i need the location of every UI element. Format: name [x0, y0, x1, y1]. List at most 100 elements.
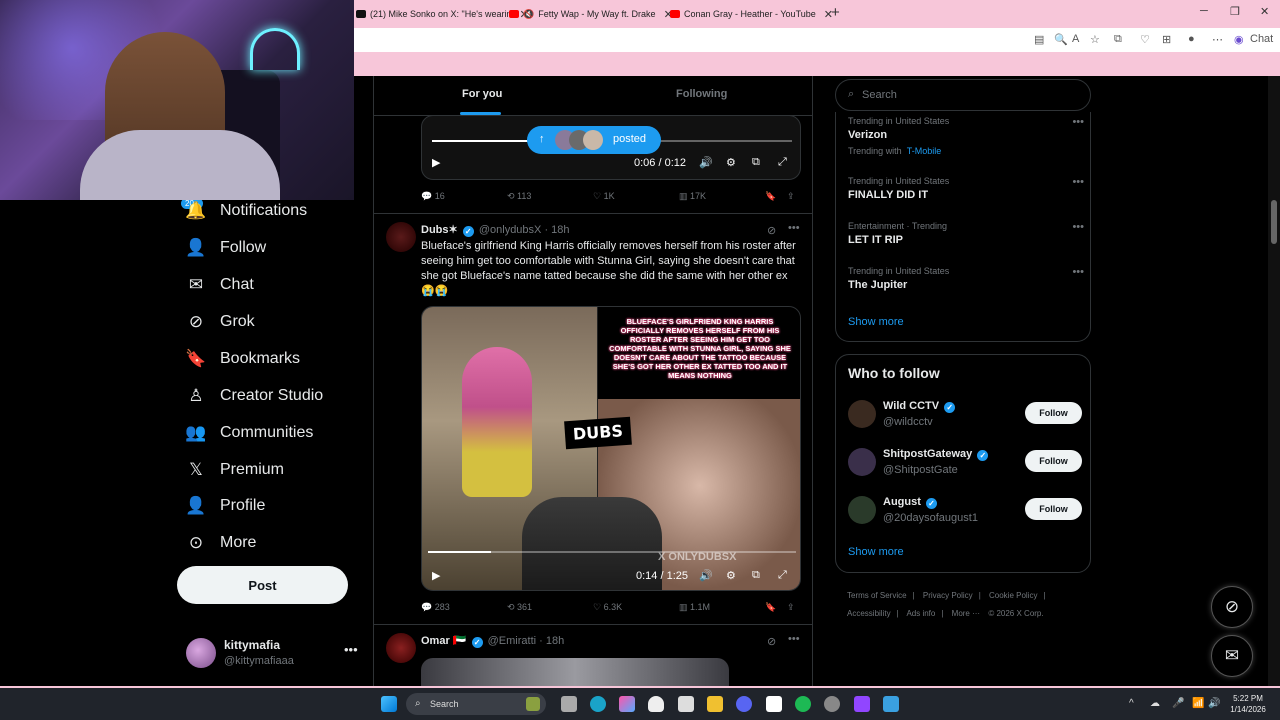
post-author[interactable]: Omar 🇦🇪 ✓ @Emiratti · 18h [421, 634, 564, 648]
collections-icon[interactable]: ⊞ [1162, 33, 1171, 46]
spotify-icon[interactable] [795, 696, 811, 712]
app-icon[interactable] [883, 696, 899, 712]
picture-in-picture-icon[interactable]: ⧉ [752, 156, 760, 169]
nav-item-premium[interactable]: 𝕏 Premium [186, 455, 284, 485]
post-image[interactable] [421, 658, 729, 688]
picture-in-picture-icon[interactable]: ⧉ [752, 569, 760, 582]
avatar[interactable] [386, 633, 416, 663]
windows-start-icon[interactable] [381, 696, 397, 712]
more-dots-icon[interactable]: ••• [1072, 116, 1084, 128]
trend-item[interactable]: Trending in United States The Jupiter ••… [848, 266, 1084, 291]
wifi-icon[interactable]: 📶 [1192, 698, 1204, 709]
more-dots-icon[interactable]: ••• [788, 633, 800, 645]
nav-item-profile[interactable]: 👤 Profile [185, 491, 265, 521]
show-more-link[interactable]: Show more [848, 546, 904, 558]
bookmark-icon[interactable]: 🔖 [765, 191, 776, 202]
edge-browser-icon[interactable] [590, 696, 606, 712]
app-icon[interactable] [648, 696, 664, 712]
nav-item-more[interactable]: ⊙ More [186, 528, 257, 558]
twitch-icon[interactable] [854, 696, 870, 712]
nav-item-grok[interactable]: ⊘ Grok [186, 307, 255, 337]
store-icon[interactable] [678, 696, 694, 712]
trend-item[interactable]: Trending in United States FINALLY DID IT… [848, 176, 1084, 201]
follow-button[interactable]: Follow [1025, 498, 1082, 520]
onedrive-icon[interactable]: ☁ [1150, 698, 1160, 709]
share-icon[interactable]: ⇪ [787, 191, 795, 202]
maximize-icon[interactable]: ❐ [1230, 5, 1240, 18]
task-view-icon[interactable] [561, 696, 577, 712]
browser-tab-3[interactable]: Conan Gray - Heather - YouTube ✕ [670, 4, 833, 24]
privacy-link[interactable]: Privacy Policy [923, 591, 973, 600]
widget-icon[interactable] [526, 697, 540, 711]
tab-for-you[interactable]: For you [462, 88, 502, 100]
follow-button[interactable]: Follow [1025, 402, 1082, 424]
trend-item[interactable]: Trending in United States Verizon Trendi… [848, 116, 1084, 156]
views-button[interactable]: ▥ 17K [679, 191, 706, 202]
nav-item-bookmarks[interactable]: 🔖 Bookmarks [185, 344, 300, 374]
nav-item-creator-studio[interactable]: ♙ Creator Studio [186, 381, 323, 411]
volume-icon[interactable]: 🔊 [699, 156, 713, 169]
taskbar-clock[interactable]: 5:22 PM 1/14/2026 [1222, 693, 1274, 715]
discord-icon[interactable] [736, 696, 752, 712]
split-screen-icon[interactable]: ▤ [1034, 33, 1044, 46]
more-link[interactable]: More ··· [952, 609, 980, 618]
nav-item-chat[interactable]: ✉ Chat [186, 270, 254, 300]
read-aloud-icon[interactable]: A [1072, 33, 1079, 45]
speaker-icon[interactable]: 🔊 [1208, 698, 1220, 709]
grok-fab-button[interactable]: ⊘ [1211, 586, 1253, 628]
repost-button[interactable]: ⟲ 113 [507, 191, 531, 202]
like-button[interactable]: ♡ 6.3K [593, 602, 622, 613]
follow-suggestion[interactable]: August ✓ @20daysofaugust1 Follow [848, 494, 1082, 530]
settings-gear-icon[interactable]: ⚙ [726, 569, 736, 582]
trend-item[interactable]: Entertainment · Trending LET IT RIP ••• [848, 221, 1084, 246]
follow-suggestion[interactable]: ShitpostGateway ✓ @ShitpostGate Follow [848, 446, 1082, 482]
settings-more-icon[interactable]: ⋯ [1212, 33, 1223, 46]
reply-button[interactable]: 💬 16 [421, 191, 445, 202]
share-icon[interactable]: ⇪ [787, 602, 795, 613]
ads-info-link[interactable]: Ads info [906, 609, 935, 618]
muted-speaker-icon[interactable]: 🔇 [523, 9, 534, 20]
scrollbar-thumb[interactable] [1271, 200, 1277, 244]
settings-gear-icon[interactable]: ⚙ [726, 156, 736, 169]
avatar[interactable] [386, 222, 416, 252]
copilot-icon[interactable]: ◉ [1234, 33, 1244, 46]
extensions-icon[interactable]: ⧉ [1114, 33, 1122, 46]
more-dots-icon[interactable]: ••• [1072, 266, 1084, 278]
favorite-star-icon[interactable]: ☆ [1090, 33, 1100, 46]
browser-tab-2[interactable]: 🔇 Fetty Wap - My Way ft. Drake ✕ [509, 4, 673, 24]
grok-icon[interactable]: ⊘ [767, 224, 776, 237]
reply-button[interactable]: 💬 283 [421, 602, 450, 613]
more-dots-icon[interactable]: ••• [1072, 176, 1084, 188]
post-author[interactable]: Dubs✶ ✓ @onlydubsX · 18h [421, 223, 570, 237]
more-dots-icon[interactable]: ••• [344, 642, 358, 657]
settings-gear-icon[interactable] [824, 696, 840, 712]
profile-circle-icon[interactable]: ● [1188, 33, 1195, 45]
copilot-chat-label[interactable]: Chat [1250, 33, 1273, 45]
play-icon[interactable]: ▶ [432, 569, 440, 582]
cookie-link[interactable]: Cookie Policy [989, 591, 1037, 600]
search-input[interactable] [862, 86, 1072, 104]
tab-following[interactable]: Following [676, 88, 727, 100]
volume-icon[interactable]: 🔊 [699, 569, 713, 582]
page-scrollbar[interactable] [1268, 76, 1280, 688]
grok-icon[interactable]: ⊘ [767, 635, 776, 648]
more-dots-icon[interactable]: ••• [788, 222, 800, 234]
new-tab-icon[interactable]: + [831, 4, 840, 21]
nav-item-notifications[interactable]: 🔔 Notifications [185, 196, 307, 226]
taskbar-search[interactable]: ⌕ Search [406, 693, 546, 715]
like-button[interactable]: ♡ 1K [593, 191, 615, 202]
browser-essentials-icon[interactable]: ♡ [1140, 33, 1150, 46]
video-player[interactable]: BLUEFACE'S GIRLFRIEND KING HARRIS OFFICI… [421, 306, 801, 591]
file-explorer-icon[interactable] [707, 696, 723, 712]
browser-tab-1[interactable]: (21) Mike Sonko on X: "He's wearin ✕ [356, 4, 529, 24]
show-more-link[interactable]: Show more [848, 316, 904, 328]
window-close-icon[interactable]: ✕ [1260, 5, 1269, 18]
follow-suggestion[interactable]: Wild CCTV ✓ @wildcctv Follow [848, 398, 1082, 434]
chevron-up-icon[interactable]: ^ [1129, 698, 1134, 709]
account-switcher[interactable]: kittymafia @kittymafiaaa ••• [186, 636, 362, 672]
bookmark-icon[interactable]: 🔖 [765, 602, 776, 613]
views-button[interactable]: ▥ 1.1M [679, 602, 710, 613]
messages-fab-button[interactable]: ✉ [1211, 635, 1253, 677]
more-dots-icon[interactable]: ••• [1072, 221, 1084, 233]
nav-item-communities[interactable]: 👥 Communities [185, 418, 313, 448]
